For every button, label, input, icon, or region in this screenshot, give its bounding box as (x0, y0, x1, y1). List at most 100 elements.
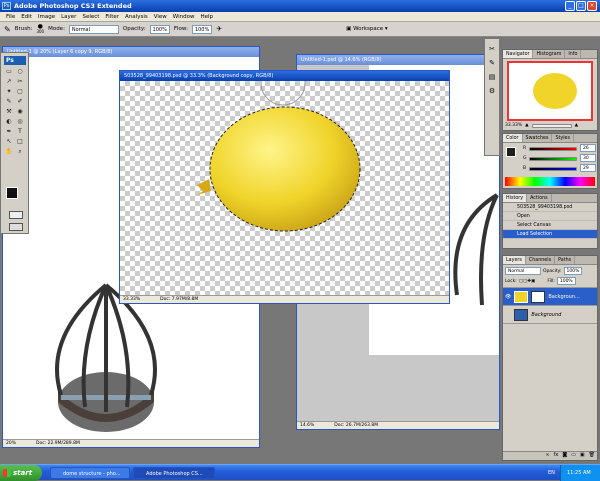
blur-tool-icon[interactable]: ◎ (15, 117, 25, 126)
clock[interactable]: 11:25 AM (567, 470, 591, 476)
task-dome-structure[interactable]: dome structure - pho... (50, 467, 130, 479)
tab-channels[interactable]: Channels (526, 256, 556, 264)
pencil-tool-icon[interactable]: ✐ (15, 97, 25, 106)
tab-paths[interactable]: Paths (555, 256, 576, 264)
layer-name: Background (531, 311, 562, 318)
menu-help[interactable]: Help (197, 14, 216, 20)
layer-fill-field[interactable]: 100% (556, 277, 576, 285)
blue-slider[interactable] (529, 167, 577, 171)
new-layer-icon[interactable]: ▣ (580, 452, 585, 460)
delete-layer-icon[interactable]: 🗑 (589, 452, 595, 460)
tab-styles[interactable]: Styles (552, 134, 575, 142)
maximize-button[interactable]: □ (576, 1, 586, 11)
menu-analysis[interactable]: Analysis (122, 14, 151, 20)
navigator-preview[interactable] (507, 61, 593, 121)
zoom-in-icon[interactable]: ▲ (575, 123, 578, 128)
minimize-button[interactable]: _ (565, 1, 575, 11)
elliptical-tool-icon[interactable]: ○ (15, 67, 25, 76)
history-item-load-selection[interactable]: Load Selection (503, 230, 597, 239)
menu-select[interactable]: Select (79, 14, 102, 20)
document-window-3-active[interactable]: 503528_99403198.psd @ 33.3% (Background … (119, 70, 450, 304)
add-mask-icon[interactable]: ◙ (562, 452, 567, 460)
mode-select[interactable]: Normal (68, 24, 119, 34)
lock-icon[interactable]: ▢▢✚▣ (519, 279, 536, 284)
shape-tool-icon[interactable]: □ (15, 137, 25, 146)
blend-mode-select[interactable]: Normal (505, 267, 541, 275)
tab-navigator[interactable]: Navigator (503, 50, 534, 58)
zoom-out-icon[interactable]: ▲ (525, 123, 528, 128)
red-slider[interactable] (529, 147, 577, 151)
marquee-tool-icon[interactable]: ▭ (4, 67, 14, 76)
tab-layers[interactable]: Layers (503, 256, 526, 264)
close-button[interactable]: × (587, 1, 597, 11)
menu-filter[interactable]: Filter (102, 14, 122, 20)
tab-histogram[interactable]: Histogram (533, 50, 566, 58)
red-value[interactable]: 26 (580, 144, 596, 152)
magic-wand-tool-icon[interactable]: ✦ (4, 87, 14, 96)
task-photoshop[interactable]: Adobe Photoshop CS... (133, 467, 215, 479)
hand-tool-icon[interactable]: ✋ (4, 147, 14, 156)
green-slider[interactable] (529, 157, 577, 161)
zoom-slider[interactable] (531, 123, 572, 128)
brushes-panel-icon[interactable]: ✂ (485, 45, 499, 53)
path-selection-tool-icon[interactable]: ↖ (4, 137, 14, 146)
history-snapshot[interactable]: 503528_99403198.psd (503, 203, 597, 212)
window-title: Adobe Photoshop CS3 Extended (14, 2, 132, 10)
zoom-level[interactable]: 14.6% (300, 422, 314, 429)
crop-tool-icon[interactable]: ✂ (15, 77, 25, 86)
zoom-level[interactable]: 33.33% (123, 296, 140, 303)
menu-window[interactable]: Window (170, 14, 198, 20)
menu-file[interactable]: File (3, 14, 18, 20)
dodge-tool-icon[interactable]: ◐ (4, 117, 14, 126)
clone-source-icon[interactable]: ⚙ (485, 87, 499, 95)
foreground-color-swatch[interactable] (6, 187, 18, 199)
blue-value[interactable]: 29 (580, 164, 596, 172)
slice-tool-icon[interactable]: ▢ (15, 87, 25, 96)
layer-row-background[interactable]: 👁 Background (503, 306, 597, 324)
menu-edit[interactable]: Edit (18, 14, 35, 20)
tools-panel: Ps ▭ ○ ↗ ✂ ✦ ▢ ✎ ✐ ⚒ ◉ ◐ ◎ ✒ T ↖ □ ✋ ⌕ (0, 52, 29, 234)
workspace-menu[interactable]: ▣ Workspace ▾ (346, 26, 388, 32)
tab-info[interactable]: Info (565, 50, 582, 58)
link-layers-icon[interactable]: ∞ (545, 452, 549, 460)
eye-icon[interactable]: 👁 (505, 294, 511, 300)
airbrush-icon[interactable]: ✈ (216, 25, 222, 33)
zoom-level[interactable]: 20% (6, 440, 16, 447)
flow-field[interactable]: 100% (191, 24, 213, 34)
history-item-open[interactable]: Open (503, 212, 597, 221)
new-group-icon[interactable]: ▭ (571, 452, 576, 460)
menu-layer[interactable]: Layer (58, 14, 79, 20)
pen-tool-icon[interactable]: ✒ (4, 127, 14, 136)
start-button[interactable]: start (0, 465, 42, 481)
tab-actions[interactable]: Actions (527, 194, 552, 202)
opacity-field[interactable]: 100% (149, 24, 170, 34)
green-value[interactable]: 30 (580, 154, 596, 162)
eraser-tool-icon[interactable]: ◉ (15, 107, 25, 116)
brush-tool-icon[interactable]: ✎ (4, 25, 11, 34)
document-canvas[interactable] (120, 81, 449, 295)
quick-mask-icon[interactable] (9, 211, 23, 219)
tab-history[interactable]: History (503, 194, 528, 202)
color-fg-swatch[interactable] (506, 147, 516, 157)
tool-presets-icon[interactable]: ✎ (485, 59, 499, 67)
layer-opacity-field[interactable]: 100% (563, 267, 583, 275)
color-spectrum-bar[interactable] (505, 177, 595, 186)
menu-view[interactable]: View (151, 14, 170, 20)
tab-swatches[interactable]: Swatches (523, 134, 553, 142)
brush-tool-icon[interactable]: ✎ (4, 97, 14, 106)
screen-mode-icon[interactable] (9, 223, 23, 231)
tab-color[interactable]: Color (503, 134, 523, 142)
language-indicator[interactable]: EN (548, 468, 555, 478)
document-title: Untitled-1 @ 20% (Layer 6 copy 9, RGB/8) (3, 47, 259, 57)
layer-comps-icon[interactable]: ▤ (485, 73, 499, 81)
history-item-select-canvas[interactable]: Select Canvas (503, 221, 597, 230)
zoom-tool-icon[interactable]: ⌕ (15, 147, 25, 156)
brush-preset-picker[interactable]: ● 300 (36, 24, 44, 35)
menu-image[interactable]: Image (35, 14, 58, 20)
type-tool-icon[interactable]: T (15, 127, 25, 136)
layer-row-background-copy[interactable]: 👁 Backgroun... (503, 288, 597, 306)
stamp-tool-icon[interactable]: ⚒ (4, 107, 14, 116)
move-tool-icon[interactable]: ↗ (4, 77, 14, 86)
layer-style-icon[interactable]: fx (554, 452, 559, 460)
navigator-zoom[interactable]: 33.33% (505, 123, 522, 128)
